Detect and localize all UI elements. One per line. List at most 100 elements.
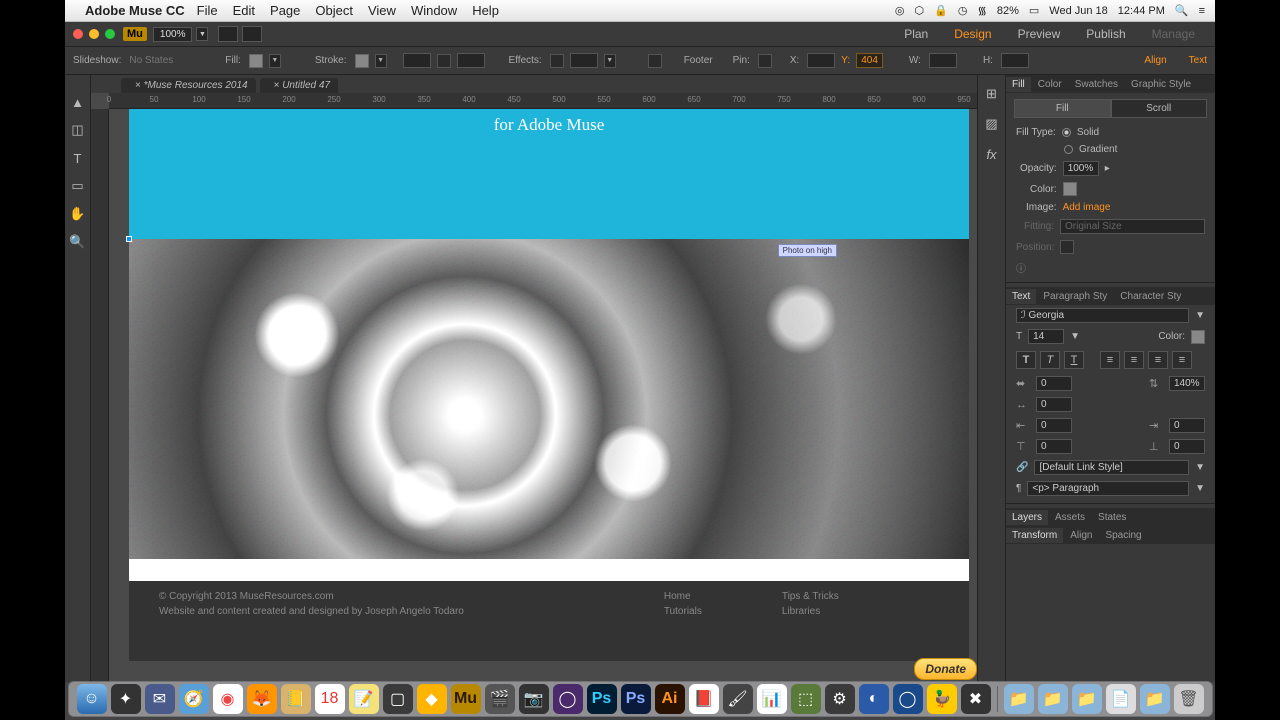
sync-icon[interactable]: ◎ [895, 4, 905, 17]
effects-dropdown[interactable]: ▼ [604, 54, 616, 68]
tab-align[interactable]: Align [1064, 528, 1098, 543]
align-panel-icon[interactable]: ⊞ [983, 85, 1001, 103]
white-strip[interactable] [129, 559, 969, 581]
indent-right[interactable]: 0 [1169, 418, 1205, 433]
space-after[interactable]: 0 [1169, 439, 1205, 454]
menu-object[interactable]: Object [315, 3, 353, 18]
doc-tab-1[interactable]: × *Muse Resources 2014 [121, 78, 256, 93]
tab-assets[interactable]: Assets [1049, 510, 1091, 525]
bold-button[interactable]: T [1016, 351, 1036, 369]
dock-firefox[interactable]: 🦊 [247, 684, 277, 714]
dock-downloads[interactable]: 📁 [1140, 684, 1170, 714]
indent-left[interactable]: 0 [1036, 418, 1072, 433]
opacity-arrow[interactable]: ▸ [1105, 163, 1110, 174]
zoom-dropdown[interactable]: ▼ [196, 27, 208, 41]
tab-spacing[interactable]: Spacing [1099, 528, 1147, 543]
radio-gradient[interactable] [1064, 145, 1073, 154]
align-center-button[interactable]: ≡ [1124, 351, 1144, 369]
dock-doc[interactable]: 📄 [1106, 684, 1136, 714]
subtab-scroll[interactable]: Scroll [1111, 99, 1208, 118]
align-right-button[interactable]: ≡ [1148, 351, 1168, 369]
corner-val[interactable] [457, 53, 485, 68]
italic-button[interactable]: T [1040, 351, 1060, 369]
mode-preview[interactable]: Preview [1018, 27, 1061, 41]
lock-icon[interactable]: 🔒 [934, 4, 948, 17]
menubar-time[interactable]: 12:44 PM [1118, 5, 1165, 17]
tab-fill[interactable]: Fill [1006, 77, 1031, 92]
text-color-swatch[interactable] [1191, 330, 1205, 344]
dock-notes[interactable]: 📝 [349, 684, 379, 714]
dock-chart[interactable]: 📊 [757, 684, 787, 714]
dock-sketch[interactable]: ◆ [417, 684, 447, 714]
wifi-icon[interactable]: ᯾ [977, 3, 986, 18]
kerning-field[interactable]: 0 [1036, 376, 1072, 391]
menu-page[interactable]: Page [270, 3, 300, 18]
notifications-icon[interactable]: ≡ [1199, 5, 1205, 17]
dock-chrome[interactable]: ◉ [213, 684, 243, 714]
doc-tab-2[interactable]: × Untitled 47 [260, 78, 338, 93]
selection-handle[interactable] [126, 236, 132, 242]
space-before[interactable]: 0 [1036, 439, 1072, 454]
page-footer[interactable]: © Copyright 2013 MuseResources.com Websi… [129, 581, 969, 661]
pin-grid[interactable] [758, 54, 772, 68]
page[interactable]: for Adobe Muse © Copyright 2013 MuseReso… [129, 109, 969, 661]
zoom-icon[interactable] [105, 29, 115, 39]
dock-brush[interactable]: 🖌 [723, 684, 753, 714]
leading-field[interactable]: 140% [1169, 376, 1205, 391]
corners-icon[interactable] [437, 54, 451, 68]
tab-swatches[interactable]: Swatches [1069, 77, 1124, 92]
anchor-icon[interactable] [648, 54, 662, 68]
selection-tool[interactable]: ▲ [69, 93, 87, 111]
menu-help[interactable]: Help [472, 3, 499, 18]
mode-plan[interactable]: Plan [904, 27, 928, 41]
dock-fcp[interactable]: 🎬 [485, 684, 515, 714]
link-style-field[interactable]: [Default Link Style] [1034, 460, 1189, 475]
info-icon[interactable]: ⓘ [1016, 260, 1026, 275]
dropbox-icon[interactable]: ⬡ [915, 4, 925, 17]
dock-folder2[interactable]: 📁 [1038, 684, 1068, 714]
rectangle-tool[interactable]: ▭ [69, 177, 87, 195]
fx-panel-icon[interactable]: fx [983, 145, 1001, 163]
y-field[interactable]: 404 [856, 53, 883, 68]
layout-icon-2[interactable] [242, 26, 262, 42]
text-tool[interactable]: T [69, 149, 87, 167]
opacity-field[interactable]: 100% [1063, 161, 1099, 176]
widget-tag[interactable]: Photo on high [778, 244, 837, 257]
dock-screenflow[interactable]: ◯ [553, 684, 583, 714]
menu-file[interactable]: File [197, 3, 218, 18]
align-link[interactable]: Align [1144, 55, 1166, 66]
text-link[interactable]: Text [1189, 55, 1207, 66]
underline-button[interactable]: T [1064, 351, 1084, 369]
dock-contacts[interactable]: 📒 [281, 684, 311, 714]
gradient-label[interactable]: Gradient [1079, 144, 1117, 155]
stroke-weight[interactable] [403, 53, 431, 68]
dock-photoshop2[interactable]: Ps [621, 684, 651, 714]
dock-app2[interactable]: ⚙ [825, 684, 855, 714]
footer-link-libraries[interactable]: Libraries [782, 606, 839, 617]
zoom-tool[interactable]: 🔍 [69, 233, 87, 251]
dock-illustrator[interactable]: Ai [655, 684, 685, 714]
footer-link-home[interactable]: Home [664, 591, 702, 602]
states-value[interactable]: No States [129, 55, 173, 66]
dock-camera[interactable]: 📷 [519, 684, 549, 714]
para-tag-field[interactable]: <p> Paragraph [1027, 481, 1189, 496]
footer-link-tips[interactable]: Tips & Tricks [782, 591, 839, 602]
tab-charstyle[interactable]: Character Sty [1114, 289, 1187, 304]
dock-muse[interactable]: Mu [451, 684, 481, 714]
align-justify-button[interactable]: ≡ [1172, 351, 1192, 369]
tab-layers[interactable]: Layers [1006, 510, 1048, 525]
mode-publish[interactable]: Publish [1086, 27, 1125, 41]
radio-solid[interactable] [1062, 128, 1071, 137]
dock-safari[interactable]: 🧭 [179, 684, 209, 714]
hero-section[interactable]: for Adobe Muse [129, 109, 969, 239]
footer-label[interactable]: Footer [684, 55, 713, 66]
dock-app4[interactable]: ◯ [893, 684, 923, 714]
footer-link-tutorials[interactable]: Tutorials [664, 606, 702, 617]
menu-window[interactable]: Window [411, 3, 457, 18]
fill-swatch[interactable] [249, 54, 263, 68]
tab-color[interactable]: Color [1032, 77, 1068, 92]
dock-folder1[interactable]: 📁 [1004, 684, 1034, 714]
dock-finder[interactable]: ☺ [77, 684, 107, 714]
dock-terminal[interactable]: ▢ [383, 684, 413, 714]
spotlight-icon[interactable]: 🔍 [1175, 4, 1189, 17]
